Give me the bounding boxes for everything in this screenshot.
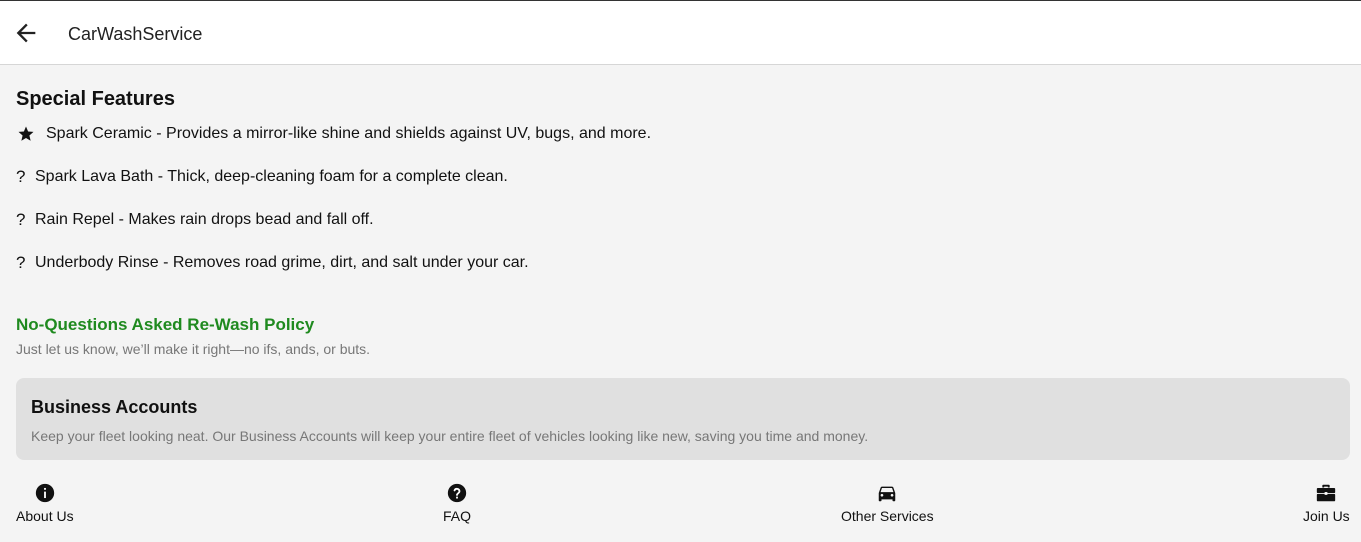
rewash-policy-description: Just let us know, we’ll make it right—no… [16, 341, 371, 357]
feature-text: Underbody Rinse - Removes road grime, di… [35, 254, 529, 271]
nav-about-us[interactable]: About Us [16, 482, 74, 530]
info-icon [35, 483, 54, 503]
special-features-title: Special Features [16, 88, 175, 110]
nav-label: Other Services [841, 508, 934, 524]
nav-label: FAQ [443, 508, 472, 524]
back-button[interactable] [12, 19, 40, 47]
feature-text: Spark Lava Bath - Thick, deep-cleaning f… [35, 168, 508, 185]
feature-text: Rain Repel - Makes rain drops bead and f… [35, 211, 374, 228]
star-icon [18, 126, 34, 141]
business-accounts-description: Keep your fleet looking neat. Our Busine… [31, 428, 869, 444]
app-bar: CarWashService [0, 0, 1361, 65]
unknown-glyph-icon: ? [16, 167, 26, 186]
arrow-left-icon [16, 23, 36, 43]
feature-item: ? Spark Lava Bath - Thick, deep-cleaning… [16, 167, 508, 187]
feature-item: ? Underbody Rinse - Removes road grime, … [16, 253, 529, 273]
nav-join-us[interactable]: Join Us [1303, 482, 1350, 530]
app-title: CarWashService [68, 24, 203, 44]
nav-faq[interactable]: FAQ [443, 482, 471, 530]
feature-item: Spark Ceramic - Provides a mirror-like s… [16, 125, 651, 143]
feature-text: Spark Ceramic - Provides a mirror-like s… [46, 125, 652, 142]
briefcase-icon [1317, 484, 1336, 502]
rewash-policy-title: No-Questions Asked Re-Wash Policy [16, 315, 315, 334]
unknown-glyph-icon: ? [16, 253, 26, 272]
car-icon [879, 486, 896, 502]
feature-item: ? Rain Repel - Makes rain drops bead and… [16, 210, 374, 230]
business-accounts-title: Business Accounts [31, 397, 198, 417]
nav-label: About Us [16, 508, 74, 524]
unknown-glyph-icon: ? [16, 210, 26, 229]
nav-other-services[interactable]: Other Services [841, 482, 934, 530]
business-accounts-card[interactable]: Business Accounts Keep your fleet lookin… [16, 378, 1350, 460]
help-icon [447, 483, 467, 503]
nav-label: Join Us [1303, 508, 1350, 524]
